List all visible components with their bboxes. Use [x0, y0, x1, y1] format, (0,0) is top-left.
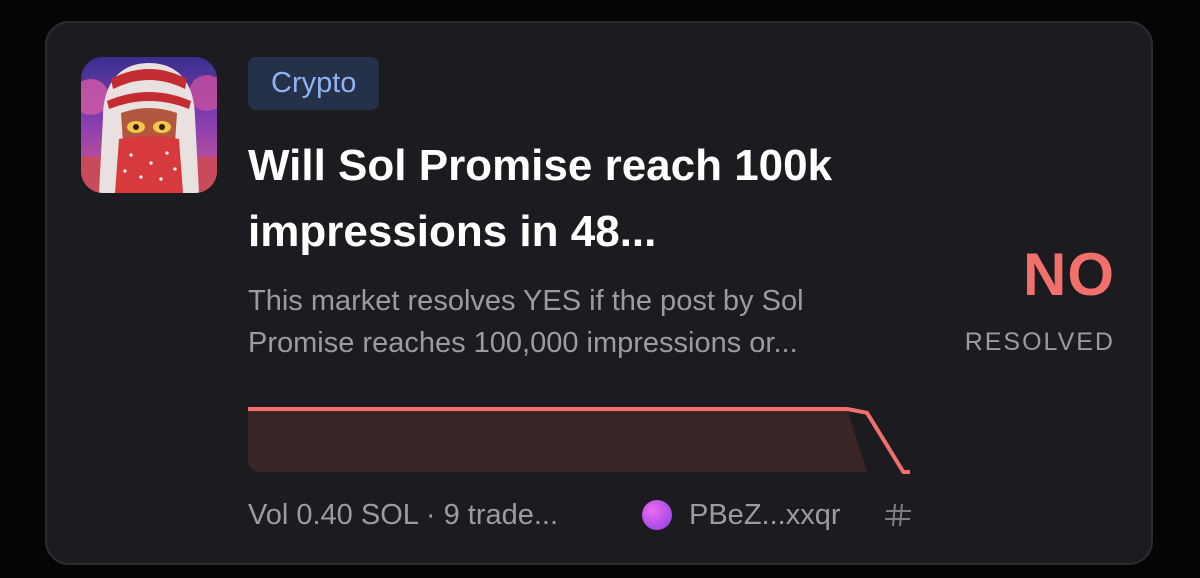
outcome-block: NO RESOLVED: [965, 243, 1115, 357]
market-avatar-image: [81, 57, 217, 193]
creator-address[interactable]: PBeZ...xxqr: [689, 493, 841, 537]
category-tag[interactable]: Crypto: [248, 57, 380, 110]
market-description: This market resolves YES if the post by …: [248, 285, 804, 359]
creator-avatar-dot: [642, 500, 672, 530]
volume-trades-text: Vol 0.40 SOL · 9 trade...: [248, 499, 559, 531]
share-icon[interactable]: [878, 493, 918, 537]
market-footer: Vol 0.40 SOL · 9 trade... PBeZ...xxqr: [248, 493, 928, 537]
price-history-chart: [248, 406, 910, 476]
chart-area-fill: [248, 409, 867, 472]
creator[interactable]: PBeZ...xxqr: [642, 493, 841, 537]
market-card[interactable]: Crypto Will Sol Promise reach 100k impre…: [45, 21, 1153, 565]
market-avatar: [81, 57, 217, 193]
outcome-label: NO: [1023, 241, 1115, 308]
market-title[interactable]: Will Sol Promise reach 100k impressions …: [248, 133, 888, 265]
resolution-status: RESOLVED: [964, 328, 1115, 356]
